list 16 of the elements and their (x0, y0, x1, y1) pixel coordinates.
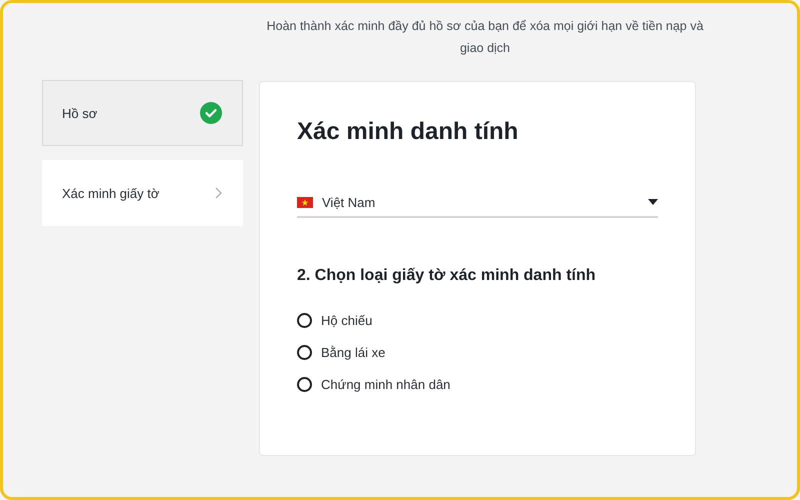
country-dropdown[interactable]: Việt Nam (297, 188, 658, 218)
section-title: 2. Chọn loại giấy tờ xác minh danh tính (297, 267, 597, 285)
radio-button[interactable] (297, 313, 312, 328)
radio-option[interactable]: Bằng lái xe (297, 345, 386, 360)
step-item[interactable]: Hồ sơ (42, 80, 243, 146)
radio-button[interactable] (297, 377, 312, 392)
step-item[interactable]: Xác minh giấy tờ (42, 160, 243, 226)
caret-down-icon (648, 199, 658, 205)
radio-option[interactable]: Chứng minh nhân dân (297, 377, 450, 392)
check-icon (200, 102, 222, 124)
chevron-right-icon (215, 187, 222, 199)
intro-text: Hoàn thành xác minh đầy đủ hồ sơ của bạn để xóa mọi giới hạn về tiền nạp và giao dịch (266, 18, 704, 57)
card-title: Xác minh danh tính (297, 118, 520, 146)
radio-button[interactable] (297, 345, 312, 360)
radio-option[interactable]: Hộ chiếu (297, 313, 372, 328)
flag-icon (297, 196, 313, 208)
